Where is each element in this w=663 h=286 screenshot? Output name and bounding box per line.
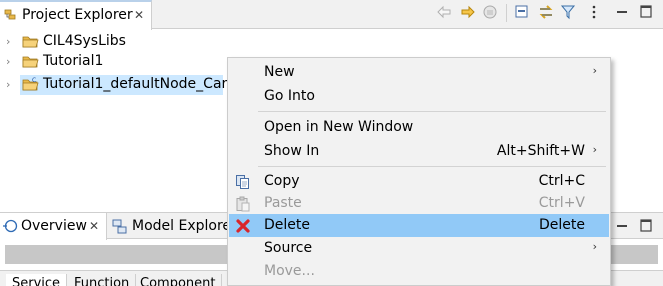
tree-item-label: CIL4SysLibs <box>43 33 126 49</box>
svg-text:C: C <box>32 77 36 84</box>
menu-item-open-in-new-window[interactable]: Open in New Window <box>229 116 609 139</box>
copy-accelerator: Ctrl+C <box>538 173 585 189</box>
view-menu-icon[interactable] <box>585 3 603 21</box>
maximize-icon[interactable] <box>638 216 654 236</box>
context-menu: New › Go Into Open in New Window Show In… <box>227 57 611 286</box>
project-explorer-tab-label: Project Explorer <box>22 7 133 23</box>
minimize-icon[interactable] <box>614 216 630 236</box>
overview-icon <box>3 219 18 233</box>
subtab-component[interactable]: Component <box>134 274 223 286</box>
close-icon[interactable]: ✕ <box>89 219 99 233</box>
menu-separator <box>258 166 606 167</box>
paste-accelerator: Ctrl+V <box>538 195 585 211</box>
menu-item-go-into[interactable]: Go Into <box>229 85 609 108</box>
chevron-right-icon: › <box>592 64 597 77</box>
chevron-right-icon[interactable]: › <box>6 55 16 68</box>
project-explorer-tabbar: Project Explorer ✕ <box>0 0 663 30</box>
menu-item-move[interactable]: Move... <box>229 260 609 283</box>
tree-item-cil4syslibs[interactable]: › CIL4SysLibs <box>0 32 220 52</box>
chevron-right-icon: › <box>592 143 597 156</box>
tree-item-label: Tutorial1 <box>43 53 104 69</box>
project-folder-icon <box>22 36 39 48</box>
delete-accelerator: Delete <box>539 217 585 233</box>
copy-icon <box>236 175 249 189</box>
minimize-icon[interactable] <box>614 2 630 22</box>
subtab-function[interactable]: Function <box>68 274 137 286</box>
menu-item-copy[interactable]: Copy Ctrl+C <box>229 170 609 193</box>
back-arrow-icon[interactable] <box>435 3 453 21</box>
tab-overview[interactable]: Overview ✕ <box>0 213 107 240</box>
model-explorer-icon <box>112 219 127 234</box>
menu-item-source[interactable]: Source › <box>229 237 609 260</box>
menu-item-show-in[interactable]: Show In Alt+Shift+W › <box>229 140 609 163</box>
maximize-icon[interactable] <box>638 2 654 22</box>
tree-item-tutorial1-defaultnode-car[interactable]: › C Tutorial1_defaultNode_Car <box>0 75 228 95</box>
tab-model-explorer[interactable]: Model Explorer <box>108 213 238 240</box>
chevron-right-icon[interactable]: › <box>6 35 16 48</box>
paste-icon <box>236 196 250 212</box>
tab-project-explorer[interactable]: Project Explorer ✕ <box>0 0 152 30</box>
menu-item-paste[interactable]: Paste Ctrl+V <box>229 192 609 215</box>
menu-separator <box>258 111 606 112</box>
up-folder-icon[interactable] <box>481 3 499 21</box>
overview-tab-label: Overview <box>21 218 87 234</box>
chevron-right-icon[interactable]: › <box>6 78 16 91</box>
model-explorer-tab-label: Model Explorer <box>132 218 237 234</box>
collapse-all-icon[interactable] <box>513 3 531 21</box>
tree-item-label: Tutorial1_defaultNode_Car <box>43 76 228 92</box>
menu-item-delete[interactable]: Delete Delete <box>229 214 609 237</box>
filter-icon[interactable] <box>559 3 577 21</box>
project-folder-icon <box>22 56 39 68</box>
menu-item-new[interactable]: New › <box>229 61 609 84</box>
project-explorer-icon <box>4 9 16 20</box>
c-project-folder-icon: C <box>22 77 39 91</box>
forward-arrow-icon[interactable] <box>459 3 477 21</box>
link-with-editor-icon[interactable] <box>537 3 555 21</box>
show-in-accelerator: Alt+Shift+W <box>496 143 585 159</box>
subtab-service[interactable]: Service <box>6 274 68 286</box>
tree-item-tutorial1[interactable]: › Tutorial1 <box>0 52 220 72</box>
delete-icon <box>236 219 250 233</box>
close-icon[interactable]: ✕ <box>134 8 144 22</box>
chevron-right-icon: › <box>592 240 597 253</box>
